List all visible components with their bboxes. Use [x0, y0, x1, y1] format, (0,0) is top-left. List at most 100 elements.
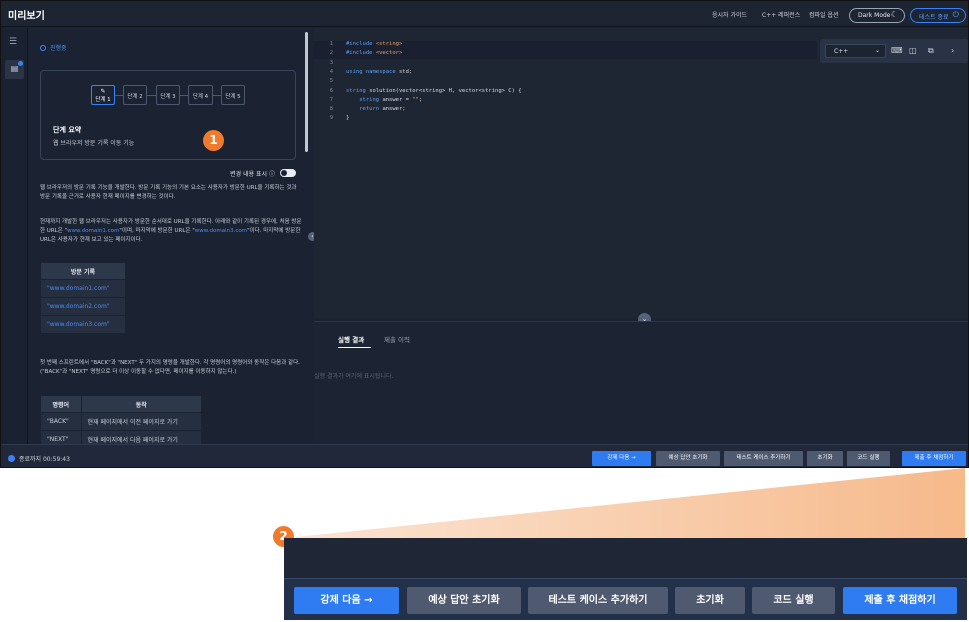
code-line[interactable]: 8 return answer; [314, 106, 406, 115]
code-token: std; [398, 68, 413, 75]
compile-options-link[interactable]: 컴파일 옵션 [809, 10, 839, 19]
memo-icon[interactable]: ▤ [5, 60, 24, 79]
zoomed-footer: 강제 다음 → 예상 답안 초기화 테스트 케이스 추가하기 초기화 코드 실행… [284, 538, 967, 620]
result-pane: 실행 결과 제출 이력 실행 결과가 여기에 표시됩니다. [314, 321, 968, 444]
timer-text: 종료까지 00:59:43 [19, 456, 70, 463]
code-line[interactable]: 9} [314, 115, 350, 124]
language-value: C++ [834, 48, 849, 55]
zoom-submit-and-grade-button[interactable]: 제출 후 채점하기 [843, 587, 957, 614]
zoom-highlight-shape [286, 468, 965, 538]
code-line[interactable]: 4 using namespace std; [314, 68, 413, 78]
step-connector [147, 95, 156, 96]
domain1-link: www.domain1.com [67, 228, 120, 234]
step-5[interactable]: 단계 5 [221, 85, 245, 105]
code-line[interactable]: 2 #include <vector> [314, 50, 817, 60]
history-header: 방문 기록 [40, 262, 126, 280]
column-header: 동작 [80, 395, 202, 413]
zoom-force-next-button[interactable]: 강제 다음 → [294, 587, 399, 614]
code-line[interactable]: 3 [314, 60, 346, 69]
code-token: #include [346, 41, 376, 47]
run-code-button[interactable]: 코드 실행 [847, 451, 890, 466]
split-view-icon[interactable]: ◫ [909, 46, 917, 55]
show-changes-toggle[interactable] [280, 169, 296, 177]
status-circle-icon [40, 45, 46, 51]
zoom-reset-button[interactable]: 초기화 [675, 587, 745, 614]
zoomed-button-bar: 강제 다음 → 예상 답안 초기화 테스트 케이스 추가하기 초기화 코드 실행… [284, 578, 967, 620]
code-line[interactable]: 1 #include <string> [314, 41, 817, 50]
step-4[interactable]: 단계 4 [188, 85, 213, 105]
step-label: 단계 1 [95, 97, 111, 103]
left-rail: ☰ ▤ [1, 28, 28, 444]
summary-title: 단계 요약 [53, 126, 82, 134]
code-token: string [346, 87, 370, 94]
reset-expected-answer-button[interactable]: 예상 답안 초기화 [656, 451, 720, 466]
problem-scrollbar[interactable] [305, 32, 308, 152]
copy-icon[interactable]: ⧉ [928, 46, 934, 56]
table-cell: "NEXT" [40, 430, 82, 444]
code-token: answer; [382, 106, 406, 113]
chevron-right-icon[interactable]: › [951, 46, 954, 55]
dark-mode-button[interactable]: Dark Mode ☾ [849, 8, 905, 23]
step-connector [115, 95, 123, 96]
step-1[interactable]: ✎ 단계 1 [91, 85, 115, 105]
app-title: 미리보기 [8, 11, 45, 22]
top-bar: 미리보기 응시자 가이드 C++ 레퍼런스 컴파일 옵션 Dark Mode ☾… [1, 1, 968, 27]
code-line[interactable]: 5 [314, 78, 346, 87]
code-editor[interactable]: 1 #include <string> 2 #include <vector> 3 4 us… [314, 28, 968, 318]
description-paragraph-3: 첫 번째 스프린트에서 "BACK"과 "NEXT" 두 가지의 명령을 개발한… [40, 360, 300, 375]
submit-and-grade-button[interactable]: 제출 후 채점하기 [902, 451, 966, 466]
step-connector [180, 95, 188, 96]
active-tab-indicator [338, 347, 371, 348]
candidate-guide-link[interactable]: 응시자 가이드 [712, 10, 747, 19]
table-cell: "BACK" [40, 412, 82, 431]
table-cell: 현재 페이지에서 이전 페이지로 가기 [80, 412, 202, 431]
power-icon: ⏻ [952, 10, 959, 19]
exit-test-label: 테스트 종료 [919, 14, 949, 21]
zoom-add-test-case-button[interactable]: 테스트 케이스 추가하기 [528, 587, 668, 614]
keyboard-icon[interactable]: ⌨ [891, 46, 903, 55]
add-test-case-button[interactable]: 테스트 케이스 추가하기 [724, 451, 803, 466]
code-token: solution(vector<string> H, vector<string… [369, 87, 522, 94]
zoom-run-code-button[interactable]: 코드 실행 [752, 587, 835, 614]
result-placeholder: 실행 결과가 여기에 표시됩니다. [314, 373, 394, 380]
line-number: 2 [329, 50, 333, 57]
exit-test-button[interactable]: 테스트 종료 ⏻ [910, 8, 966, 23]
info-icon: ⓘ [268, 171, 275, 178]
dark-mode-label: Dark Mode [858, 12, 891, 19]
callout-badge-1: 1 [203, 130, 224, 151]
show-changes-label: 변경 내용 표시 [230, 171, 268, 178]
table-cell: "www.domain1.com" [40, 279, 126, 298]
tab-submission-history[interactable]: 제출 이력 [384, 334, 410, 344]
code-token: ; [418, 96, 423, 103]
language-select[interactable]: C++ ⌄ [825, 44, 886, 58]
step-3[interactable]: 단계 3 [156, 85, 180, 105]
code-line[interactable]: 7 string answer = ""; [314, 96, 423, 106]
editor-toolbar: C++ ⌄ ⌨ ◫ ⧉ › [820, 39, 968, 63]
force-next-button[interactable]: 강제 다음 → [592, 451, 651, 466]
steps-card: ✎ 단계 1 단계 2 단계 3 단계 4 단계 5 단계 요약 웹 브라우저 방… [40, 70, 296, 160]
chevron-down-icon: ⌄ [874, 47, 880, 54]
notification-dot [18, 61, 23, 66]
step-2[interactable]: 단계 2 [123, 85, 147, 105]
summary-text: 웹 브라우저 방문 기록 이동 기능 [53, 140, 135, 147]
status-badge: 진행중 [40, 43, 67, 52]
cpp-reference-link[interactable]: C++ 레퍼런스 [762, 10, 800, 19]
description-paragraph-2: 현재까지 개발한 웹 브라우저는 사용자가 방문한 순서대로 URL을 기록한다… [40, 218, 302, 245]
line-number: 1 [329, 41, 333, 47]
domain3-link: www.domain3.com [194, 228, 248, 234]
bottom-action-bar: 종료까지 00:59:43 강제 다음 → 예상 답안 초기화 테스트 케이스 … [1, 444, 968, 467]
zoom-reset-expected-answer-button[interactable]: 예상 답안 초기화 [407, 587, 521, 614]
table-cell: "www.domain2.com" [40, 297, 126, 316]
tab-run-result[interactable]: 실행 결과 [338, 334, 364, 344]
code-token: <string> [375, 41, 403, 47]
column-header: 명령어 [40, 395, 82, 413]
list-icon[interactable]: ☰ [9, 37, 17, 47]
code-token: string [359, 96, 383, 103]
table-cell: 현재 페이지에서 다음 페이지로 가기 [80, 430, 202, 444]
line-number: 5 [329, 78, 333, 85]
reset-button[interactable]: 초기화 [807, 451, 843, 466]
code-line[interactable]: 6 string solution(vector<string> H, vecto… [314, 88, 522, 97]
code-token: "" [412, 96, 419, 103]
